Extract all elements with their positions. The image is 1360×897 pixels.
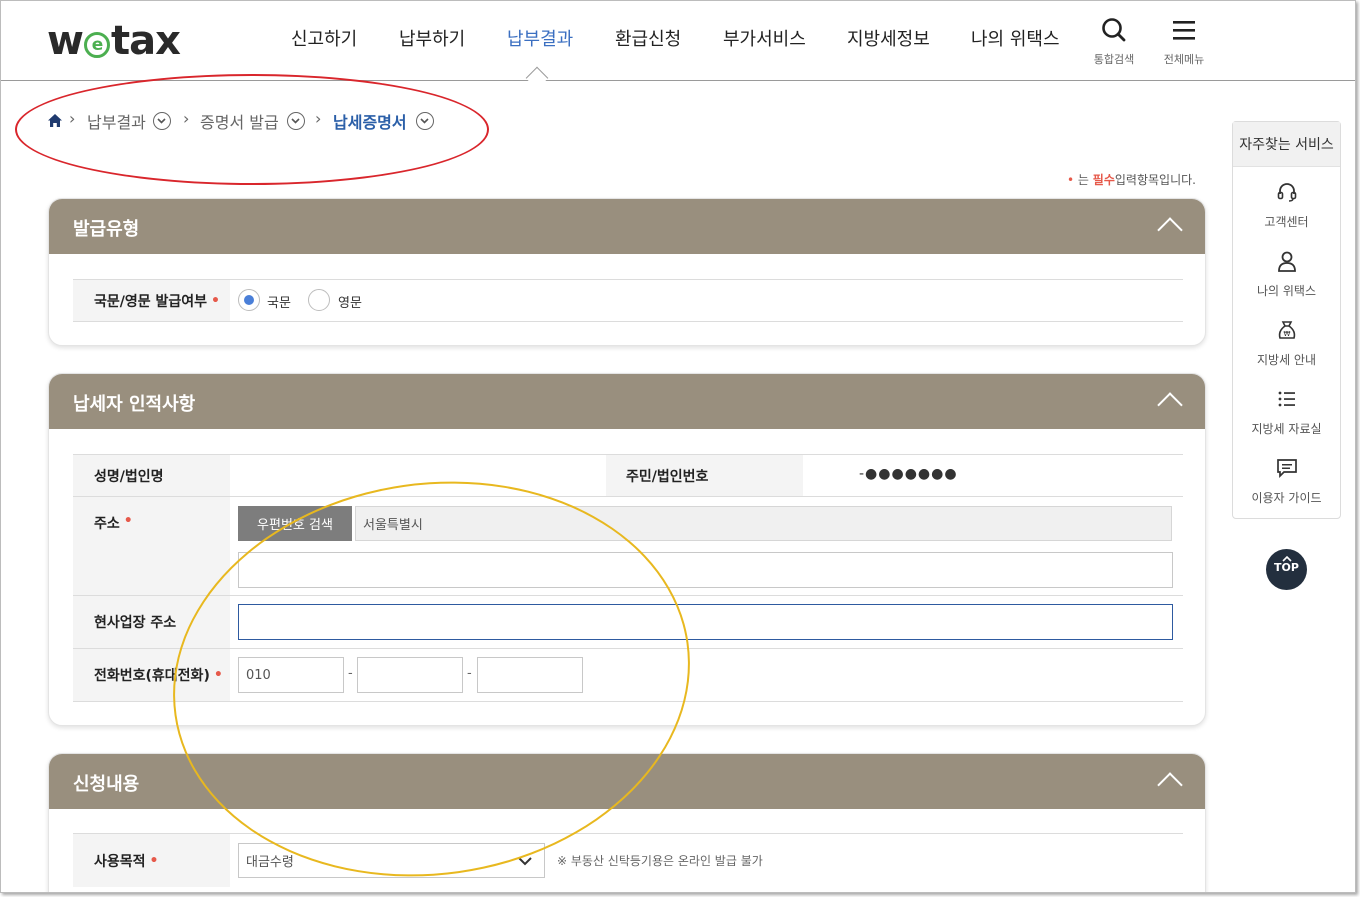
top-label: TOP — [1274, 561, 1299, 574]
breadcrumb-item-payment-result[interactable]: 납부결과 — [87, 109, 146, 133]
address-field[interactable]: 서울특별시 — [355, 506, 1172, 541]
nav-item-report[interactable]: 신고하기 — [291, 25, 357, 51]
all-menu-button[interactable]: 전체메뉴 — [1154, 17, 1214, 67]
person-icon — [1277, 251, 1296, 272]
nav-item-local-tax-info[interactable]: 지방세정보 — [847, 25, 930, 51]
search-icon — [1102, 18, 1126, 42]
radio-korean[interactable] — [238, 289, 260, 311]
nav-item-refund[interactable]: 환급신청 — [615, 25, 681, 51]
home-icon[interactable] — [47, 113, 63, 128]
chevron-up-icon[interactable] — [1157, 392, 1183, 418]
chevron-right-icon: › — [315, 109, 322, 128]
purpose-note: ※ 부동산 신탁등기용은 온라인 발급 불가 — [557, 854, 763, 868]
radio-english[interactable] — [308, 289, 330, 311]
site-header: w e tax 신고하기 납부하기 납부결과 환급신청 부가서비스 지방세정보 나의… — [1, 1, 1355, 90]
phone-separator: - — [467, 666, 472, 681]
chevron-up-icon[interactable] — [1157, 772, 1183, 798]
phone-part3-field[interactable] — [477, 657, 583, 693]
quick-menu: 자주찾는 서비스 고객센터 나의 위택스 ₩ 지방세 안내 지방세 자료실 이용… — [1232, 121, 1341, 519]
phone-part1-field[interactable]: 010 — [238, 657, 344, 693]
id-number-value: -●●●●●●● — [859, 466, 958, 482]
field-label: 전화번호(휴대전화) • — [73, 649, 230, 701]
form-row-language: 국문/영문 발급여부 • 국문 영문 — [73, 279, 1183, 322]
money-bag-icon: ₩ — [1278, 321, 1295, 339]
list-icon — [1278, 391, 1295, 407]
business-address-field[interactable] — [238, 604, 1173, 640]
chevron-up-icon[interactable] — [1157, 217, 1183, 243]
chevron-down-icon[interactable] — [416, 112, 434, 130]
phone-separator: - — [348, 666, 353, 681]
form-row-phone: 전화번호(휴대전화) • 010 - - — [73, 648, 1183, 702]
radio-korean-label: 국문 — [267, 296, 291, 311]
postal-code-search-button[interactable]: 우편번호 검색 — [238, 506, 352, 541]
issue-type-panel: 발급유형 국문/영문 발급여부 • 국문 영문 — [48, 198, 1206, 346]
nav-item-payment-result[interactable]: 납부결과 — [507, 25, 573, 51]
panel-title: 발급유형 — [73, 219, 140, 240]
quick-item-my-wetax[interactable]: 나의 위택스 — [1233, 249, 1340, 299]
form-row-purpose: 사용목적 • 대금수령 ※ 부동산 신탁등기용은 온라인 발급 불가 — [73, 833, 1183, 887]
svg-text:₩: ₩ — [1283, 330, 1290, 338]
wetax-logo[interactable]: w e tax — [47, 18, 181, 64]
all-menu-label: 전체메뉴 — [1163, 53, 1205, 66]
scroll-top-button[interactable]: TOP — [1266, 549, 1307, 590]
required-fields-note: • 는 필수입력항목입니다. — [1067, 173, 1196, 187]
browser-page: w e tax 신고하기 납부하기 납부결과 환급신청 부가서비스 지방세정보 나의… — [0, 0, 1356, 893]
issue-type-header[interactable]: 발급유형 — [49, 199, 1205, 254]
chevron-right-icon: › — [183, 109, 190, 128]
form-row-address: 주소 • 우편번호 검색 서울특별시 — [73, 496, 1183, 595]
nav-item-pay[interactable]: 납부하기 — [399, 25, 465, 51]
nav-item-extra-services[interactable]: 부가서비스 — [723, 25, 806, 51]
chevron-down-icon — [518, 857, 532, 866]
field-label: 사용목적 • — [73, 834, 230, 887]
address-detail-field[interactable] — [238, 552, 1173, 588]
quick-item-customer-center[interactable]: 고객센터 — [1233, 180, 1340, 230]
panel-title: 신청내용 — [73, 774, 140, 795]
taxpayer-info-header[interactable]: 납세자 인적사항 — [49, 374, 1205, 429]
form-row-name: 성명/법인명 주민/법인번호 -●●●●●●● — [73, 454, 1183, 496]
phone-part2-field[interactable] — [357, 657, 463, 693]
field-label: 현사업장 주소 — [73, 596, 230, 648]
active-nav-indicator — [525, 66, 549, 90]
panel-title: 납세자 인적사항 — [73, 394, 196, 415]
purpose-select[interactable]: 대금수령 — [238, 843, 545, 878]
chat-icon — [1276, 459, 1297, 479]
breadcrumb-item-certificate[interactable]: 증명서 발급 — [200, 109, 279, 133]
radio-english-label: 영문 — [338, 296, 362, 311]
nav-item-my-wetax[interactable]: 나의 위택스 — [971, 25, 1060, 51]
chevron-down-icon[interactable] — [153, 112, 171, 130]
taxpayer-info-panel: 납세자 인적사항 성명/법인명 주민/법인번호 -●●●●●●● 주소 • 우편번… — [48, 373, 1206, 726]
purpose-selected-value: 대금수령 — [246, 855, 294, 870]
form-row-business-address: 현사업장 주소 — [73, 595, 1183, 648]
quick-item-local-tax-library[interactable]: 지방세 자료실 — [1233, 387, 1340, 437]
field-label: 주소 • — [73, 497, 230, 595]
application-header[interactable]: 신청내용 — [49, 754, 1205, 809]
search-button[interactable]: 통합검색 — [1084, 17, 1144, 67]
quick-menu-title: 자주찾는 서비스 — [1233, 122, 1340, 167]
field-label: 국문/영문 발급여부 • — [73, 280, 230, 321]
application-panel: 신청내용 사용목적 • 대금수령 ※ 부동산 신탁등기용은 온라인 발급 불가 — [48, 753, 1206, 892]
quick-item-user-guide[interactable]: 이용자 가이드 — [1233, 456, 1340, 506]
field-label: 성명/법인명 — [73, 455, 230, 496]
breadcrumb-item-current: 납세증명서 — [333, 113, 407, 132]
headset-icon — [1277, 183, 1296, 202]
search-label: 통합검색 — [1093, 53, 1135, 66]
chevron-right-icon: › — [69, 109, 76, 128]
quick-item-local-tax-guide[interactable]: ₩ 지방세 안내 — [1233, 318, 1340, 368]
field-label: 주민/법인번호 — [606, 455, 803, 496]
chevron-down-icon[interactable] — [287, 112, 305, 130]
hamburger-icon — [1173, 21, 1195, 40]
